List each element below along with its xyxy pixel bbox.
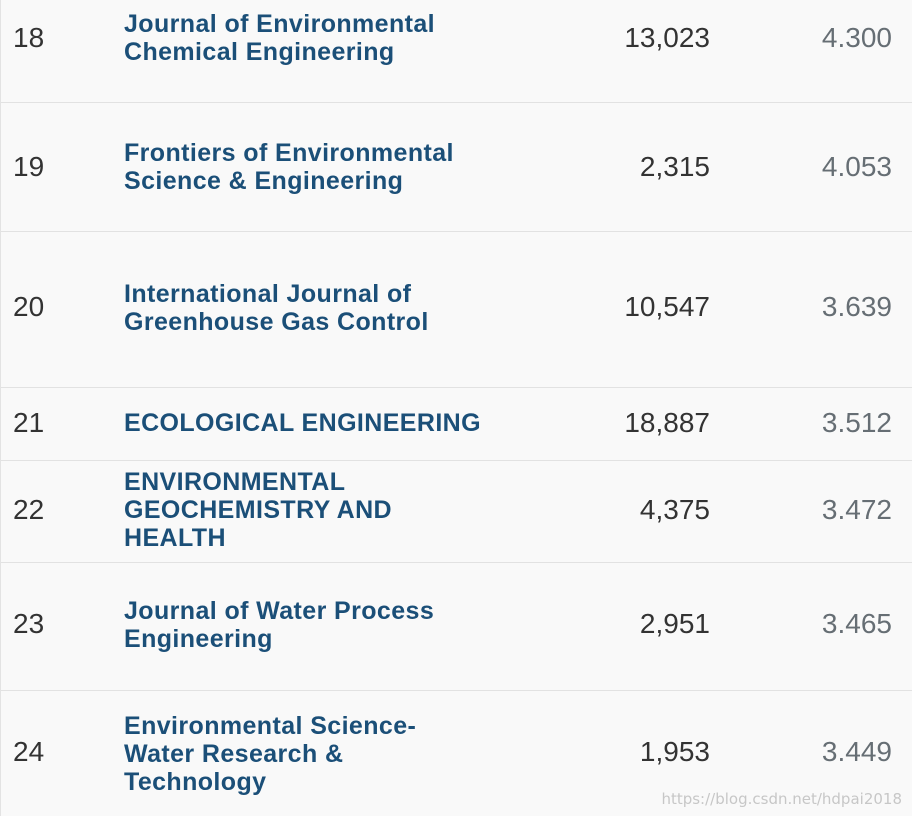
rank-cell: 19 [13, 151, 45, 182]
total-cites-cell: 1,953 [639, 736, 710, 767]
table-row: 23 Journal of Water Process Engineering … [1, 563, 912, 691]
journal-title-line: ENVIRONMENTAL [124, 468, 346, 496]
impact-factor-cell: 3.449 [821, 736, 892, 767]
journal-title-line: Journal of Environmental [124, 10, 436, 38]
journal-ranking-table: 18 Journal of Environmental Chemical Eng… [0, 0, 912, 816]
journal-title-line: Science & Engineering [124, 167, 404, 195]
impact-factor-cell: 3.472 [821, 494, 892, 525]
journal-title-line: Technology [124, 768, 267, 796]
journal-title-link[interactable]: ECOLOGICAL ENGINEERING [124, 409, 481, 437]
rank-cell: 22 [13, 494, 45, 525]
total-cites-cell: 13,023 [624, 22, 710, 53]
journal-title-link[interactable]: ENVIRONMENTAL GEOCHEMISTRY AND HEALTH [124, 468, 392, 552]
journal-title-link[interactable]: Environmental Science- Water Research & … [124, 712, 416, 796]
journal-title-line: ECOLOGICAL ENGINEERING [124, 409, 481, 437]
table-row: 20 International Journal of Greenhouse G… [1, 232, 912, 388]
table-row: 18 Journal of Environmental Chemical Eng… [1, 0, 912, 103]
rank-cell: 18 [13, 22, 45, 53]
journal-title-line: Journal of Water Process [124, 597, 435, 625]
impact-factor-cell: 3.465 [821, 608, 892, 639]
journal-title-line: International Journal of [124, 280, 412, 308]
journal-title-link[interactable]: Journal of Water Process Engineering [124, 597, 434, 653]
journal-title-line: Water Research & [124, 740, 344, 768]
rank-cell: 21 [13, 407, 45, 438]
journal-title-link[interactable]: Journal of Environmental Chemical Engine… [124, 10, 435, 66]
journal-title-line: Greenhouse Gas Control [124, 308, 429, 336]
journal-title-line: HEALTH [124, 524, 226, 552]
rank-cell: 24 [13, 736, 45, 767]
total-cites-cell: 4,375 [639, 494, 710, 525]
journal-title-link[interactable]: International Journal of Greenhouse Gas … [124, 280, 429, 336]
impact-factor-cell: 3.512 [821, 407, 892, 438]
journal-title-line: Chemical Engineering [124, 38, 395, 66]
journal-title-link[interactable]: Frontiers of Environmental Science & Eng… [124, 139, 454, 195]
table-row: 22 ENVIRONMENTAL GEOCHEMISTRY AND HEALTH… [1, 461, 912, 563]
rank-cell: 23 [13, 608, 45, 639]
rank-cell: 20 [13, 291, 45, 322]
table-row: 21 ECOLOGICAL ENGINEERING 18,887 3.512 [1, 388, 912, 461]
journal-title-line: Frontiers of Environmental [124, 139, 454, 167]
journal-title-line: Engineering [124, 625, 273, 653]
total-cites-cell: 2,315 [639, 151, 710, 182]
journal-title-line: Environmental Science- [124, 712, 417, 740]
watermark: https://blog.csdn.net/hdpai2018 [661, 790, 902, 808]
impact-factor-cell: 3.639 [821, 291, 892, 322]
impact-factor-cell: 4.053 [821, 151, 892, 182]
total-cites-cell: 18,887 [624, 407, 710, 438]
total-cites-cell: 2,951 [639, 608, 710, 639]
table-row: 19 Frontiers of Environmental Science & … [1, 103, 912, 232]
journal-title-line: GEOCHEMISTRY AND [124, 496, 392, 524]
total-cites-cell: 10,547 [624, 291, 710, 322]
impact-factor-cell: 4.300 [821, 22, 892, 53]
